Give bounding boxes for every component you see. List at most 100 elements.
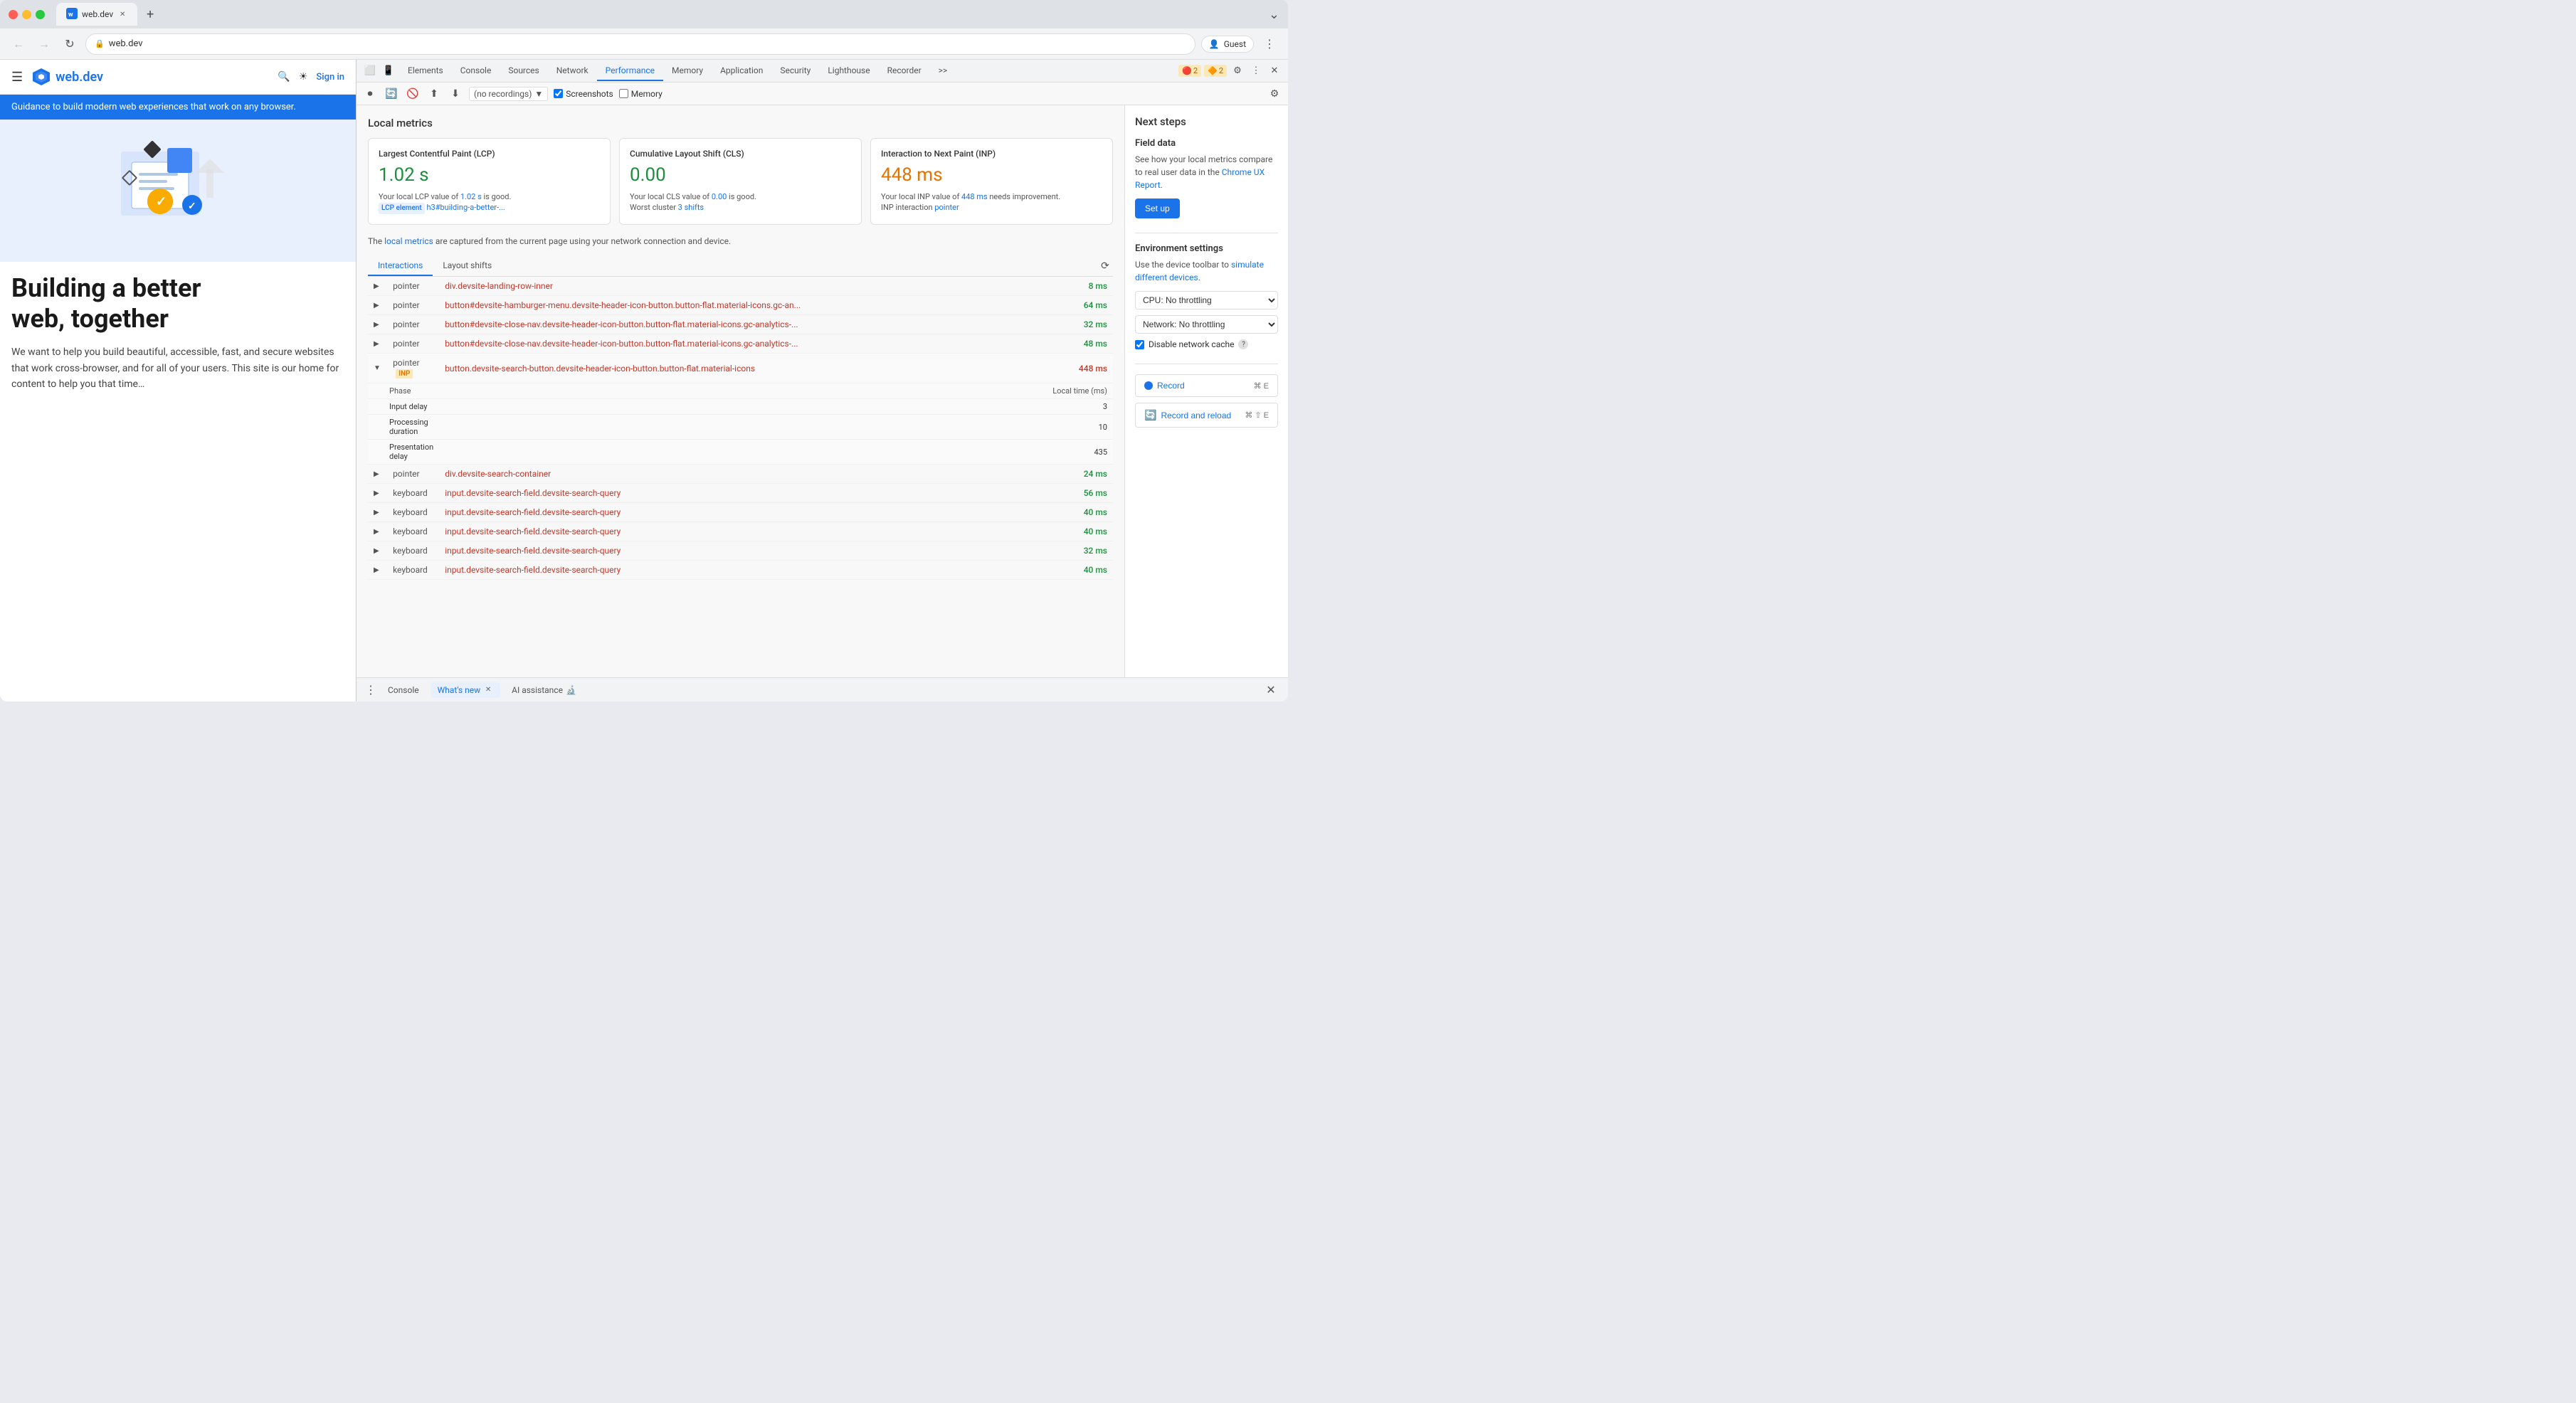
reload-button[interactable]: ↻ — [60, 34, 80, 54]
local-metrics-link[interactable]: local metrics — [384, 236, 433, 246]
interaction-row[interactable]: ▶ pointer button#devsite-close-nav.devsi… — [368, 315, 1113, 334]
bottom-bar-close[interactable]: ✕ — [1262, 682, 1279, 699]
search-icon[interactable]: 🔍 — [278, 71, 290, 83]
expand-arrow[interactable]: ▶ — [368, 296, 387, 315]
layout-shifts-tab[interactable]: Layout shifts — [433, 256, 502, 276]
tab-close-button[interactable]: ✕ — [117, 9, 127, 19]
next-steps-sidebar: Next steps Field data See how your local… — [1124, 105, 1288, 677]
devtools-device-icon[interactable]: 📱 — [381, 63, 396, 79]
disable-cache-checkbox[interactable] — [1135, 340, 1144, 349]
cpu-throttle-select[interactable]: CPU: No throttling — [1135, 291, 1278, 309]
inp-extra-link[interactable]: pointer — [934, 203, 959, 212]
expand-arrow[interactable]: ▶ — [368, 315, 387, 334]
interaction-row[interactable]: ▶ keyboard input.devsite-search-field.de… — [368, 522, 1113, 541]
record-action-button[interactable]: Record ⌘ E — [1135, 374, 1278, 397]
forward-button[interactable]: → — [34, 34, 54, 54]
console-bottom-tab[interactable]: Console — [381, 682, 426, 698]
tab-sources[interactable]: Sources — [500, 61, 547, 81]
maximize-button[interactable] — [36, 10, 45, 19]
tab-performance[interactable]: Performance — [597, 61, 663, 81]
hamburger-menu-button[interactable]: ☰ — [11, 70, 23, 85]
expand-arrow[interactable]: ▶ — [368, 277, 387, 296]
interaction-row[interactable]: ▶ pointer button#devsite-close-nav.devsi… — [368, 334, 1113, 354]
devtools-settings-icon[interactable]: ⚙ — [1230, 63, 1245, 79]
expand-arrow[interactable]: ▶ — [368, 541, 387, 561]
address-bar[interactable]: 🔒 web.dev — [85, 33, 1195, 55]
devtools-close-icon[interactable]: ✕ — [1267, 63, 1282, 79]
theme-icon[interactable]: ☀ — [299, 71, 308, 83]
tab-network[interactable]: Network — [548, 61, 597, 81]
interaction-row-inp[interactable]: ▼ pointer INP button.devsite-search-butt… — [368, 354, 1113, 383]
lcp-element-badge: LCP element — [379, 203, 425, 214]
disable-cache-help-icon[interactable]: ? — [1238, 339, 1248, 349]
setup-button[interactable]: Set up — [1135, 198, 1180, 218]
interaction-element: input.devsite-search-field.devsite-searc… — [439, 541, 968, 561]
devtools-more-icon[interactable]: ⋮ — [1248, 63, 1264, 79]
record-reload-button[interactable]: 🔄 Record and reload ⌘ ⇧ E — [1135, 403, 1278, 428]
site-actions: 🔍 ☀ Sign in — [278, 71, 344, 83]
warning-badge[interactable]: 🔶 2 — [1204, 65, 1227, 77]
whats-new-bottom-tab[interactable]: What's new ✕ — [431, 682, 501, 698]
cls-extra-link[interactable]: 3 shifts — [678, 203, 704, 212]
tab-strip-more[interactable]: ⌄ — [1269, 7, 1279, 22]
network-throttle-select[interactable]: Network: No throttling — [1135, 315, 1278, 334]
new-tab-button[interactable]: + — [140, 4, 160, 24]
memory-checkbox[interactable] — [619, 89, 628, 98]
browser-more-button[interactable]: ⋮ — [1260, 34, 1279, 54]
browser-tab[interactable]: w web.dev ✕ — [56, 3, 137, 26]
clear-button[interactable]: 🚫 — [405, 86, 421, 102]
ai-assistance-bottom-tab[interactable]: AI assistance 🔬 — [505, 682, 584, 698]
tab-recorder[interactable]: Recorder — [879, 61, 930, 81]
browser-window: w web.dev ✕ + ⌄ ← → ↻ 🔒 web.dev 👤 Guest … — [0, 0, 1288, 702]
lcp-element-link[interactable]: h3#building-a-better-... — [426, 203, 505, 212]
tab-elements[interactable]: Elements — [399, 61, 452, 81]
download-button[interactable]: ⬇ — [448, 86, 463, 102]
interaction-row[interactable]: ▶ pointer div.devsite-landing-row-inner … — [368, 277, 1113, 296]
tab-application[interactable]: Application — [712, 61, 771, 81]
cls-value-link[interactable]: 0.00 — [712, 192, 727, 201]
interaction-row[interactable]: ▶ pointer button#devsite-hamburger-menu.… — [368, 296, 1113, 315]
refresh-interactions-button[interactable]: ⟳ — [1097, 258, 1113, 274]
tab-more[interactable]: >> — [930, 61, 956, 81]
expand-arrow[interactable]: ▶ — [368, 522, 387, 541]
interaction-time: 32 ms — [968, 541, 1113, 561]
tab-console[interactable]: Console — [452, 61, 500, 81]
screenshots-checkbox[interactable] — [554, 89, 563, 98]
devtools-inspect-icon[interactable]: ⬜ — [362, 63, 378, 79]
tab-lighthouse[interactable]: Lighthouse — [819, 61, 878, 81]
reload-record-button[interactable]: 🔄 — [384, 86, 399, 102]
lcp-value-link[interactable]: 1.02 s — [460, 192, 482, 201]
interaction-type: keyboard — [387, 522, 439, 541]
tab-memory[interactable]: Memory — [663, 61, 712, 81]
performance-settings-button[interactable]: ⚙ — [1267, 86, 1282, 102]
whats-new-close[interactable]: ✕ — [483, 685, 493, 695]
record-circle-icon — [1144, 381, 1153, 390]
interaction-type: keyboard — [387, 541, 439, 561]
close-button[interactable] — [9, 10, 18, 19]
expand-arrow[interactable]: ▶ — [368, 561, 387, 580]
expand-arrow[interactable]: ▶ — [368, 503, 387, 522]
inp-value-link[interactable]: 448 ms — [961, 192, 988, 201]
tab-security[interactable]: Security — [771, 61, 819, 81]
expand-arrow[interactable]: ▶ — [368, 465, 387, 484]
interaction-row[interactable]: ▶ keyboard input.devsite-search-field.de… — [368, 484, 1113, 503]
expand-arrow[interactable]: ▼ — [368, 354, 387, 383]
guest-profile-button[interactable]: 👤 Guest — [1201, 36, 1254, 53]
upload-button[interactable]: ⬆ — [426, 86, 442, 102]
interaction-row[interactable]: ▶ keyboard input.devsite-search-field.de… — [368, 503, 1113, 522]
interaction-row[interactable]: ▶ keyboard input.devsite-search-field.de… — [368, 561, 1113, 580]
bottom-bar-menu[interactable]: ⋮ — [365, 683, 376, 697]
interaction-row[interactable]: ▶ pointer div.devsite-search-container 2… — [368, 465, 1113, 484]
minimize-button[interactable] — [22, 10, 31, 19]
expand-arrow[interactable]: ▶ — [368, 334, 387, 354]
back-button[interactable]: ← — [9, 34, 28, 54]
recordings-select[interactable]: (no recordings) ▼ — [469, 87, 548, 101]
interaction-row[interactable]: ▶ keyboard input.devsite-search-field.de… — [368, 541, 1113, 561]
expand-arrow[interactable]: ▶ — [368, 484, 387, 503]
sign-in-button[interactable]: Sign in — [316, 72, 344, 83]
memory-checkbox-label[interactable]: Memory — [619, 89, 663, 99]
record-button[interactable]: ⏺ — [362, 86, 378, 102]
interactions-tab[interactable]: Interactions — [368, 256, 433, 276]
error-badge[interactable]: 🔴 2 — [1178, 65, 1201, 77]
screenshots-checkbox-label[interactable]: Screenshots — [554, 89, 613, 99]
